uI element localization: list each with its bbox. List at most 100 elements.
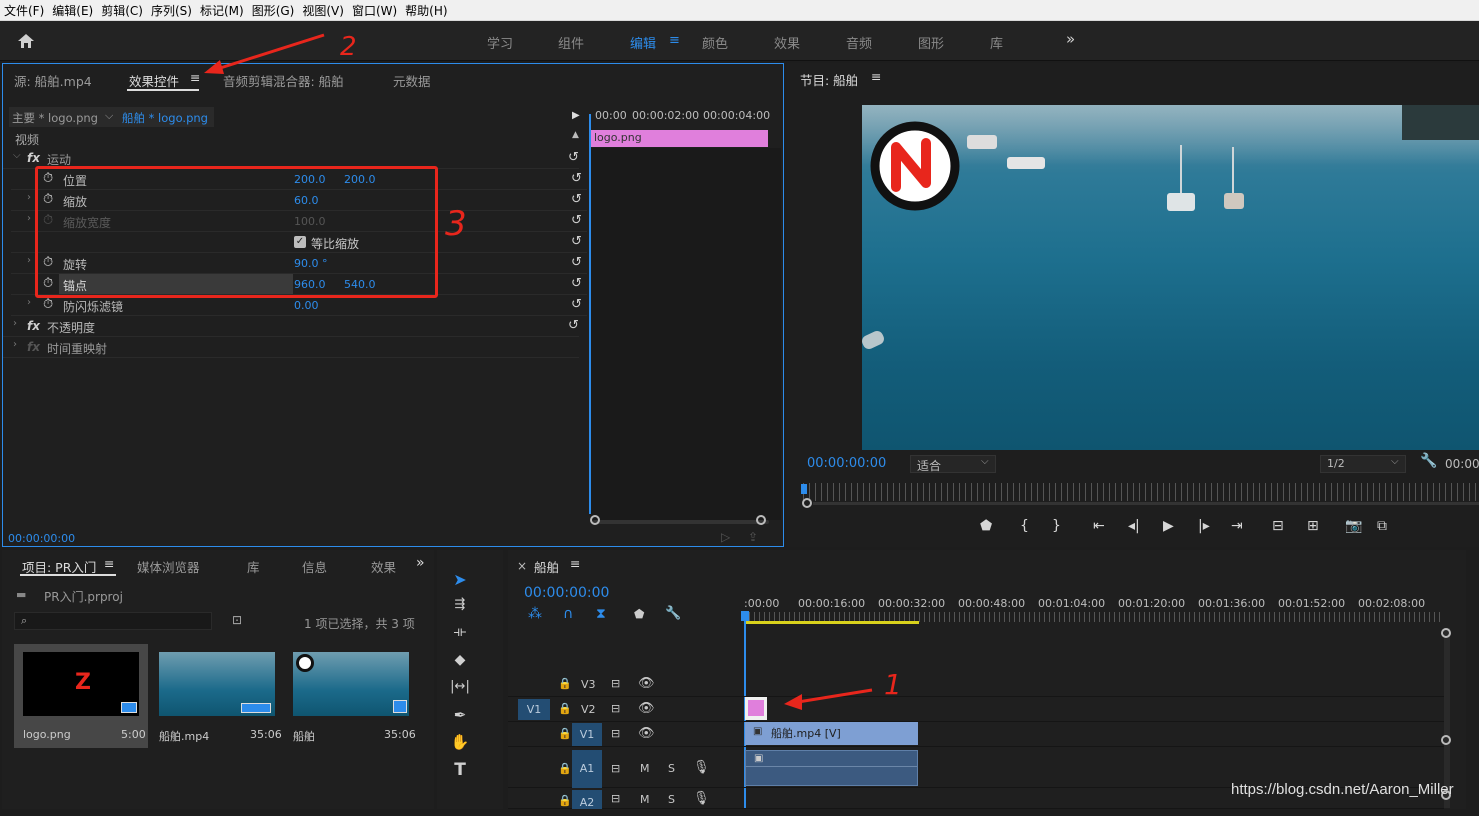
menu-clip[interactable]: 剪辑(C) [101, 2, 143, 19]
program-video-frame[interactable] [862, 105, 1479, 450]
reset-icon[interactable]: ↺ [571, 192, 582, 207]
program-menu-icon[interactable]: ≡ [871, 69, 881, 84]
microphone-icon[interactable]: 🎙 [693, 791, 710, 806]
chevron-right-icon[interactable]: › [27, 255, 31, 266]
menu-help[interactable]: 帮助(H) [405, 2, 447, 19]
close-icon[interactable]: × [517, 559, 527, 573]
scroll-handle-left[interactable] [590, 515, 600, 525]
razor-tool-icon[interactable]: ◆ [449, 652, 471, 674]
opacity-group-row[interactable]: › fx 不透明度 ↺ [3, 316, 579, 337]
menu-sequence[interactable]: 序列(S) [151, 2, 192, 19]
eye-icon[interactable]: 👁 [638, 676, 655, 691]
lock-icon[interactable]: 🔒 [558, 702, 572, 715]
chevron-down-icon[interactable]: ⌵ [105, 109, 113, 123]
track-a1-label[interactable]: A1 [572, 750, 602, 788]
microphone-icon[interactable]: 🎙 [693, 760, 710, 775]
timeline-title[interactable]: 船舶 [534, 557, 559, 576]
workspace-libraries[interactable]: 库 [990, 33, 1003, 52]
eye-icon[interactable]: 👁 [638, 726, 655, 741]
chevron-right-icon[interactable]: › [13, 318, 17, 329]
reset-icon[interactable]: ↺ [571, 171, 582, 186]
effect-timeline-ruler[interactable]: 00:00 00:00:02:00 00:00:04:00 [589, 107, 770, 125]
go-to-in-icon[interactable]: ⇤ [1093, 518, 1105, 534]
wrench-icon[interactable]: 🔧 [665, 606, 681, 621]
workspace-editing[interactable]: 编辑 [630, 33, 656, 52]
extract-icon[interactable]: ⊞ [1307, 518, 1319, 534]
workspace-assembly[interactable]: 组件 [558, 33, 584, 52]
reset-icon[interactable]: ↺ [571, 234, 582, 249]
solo-button[interactable]: S [668, 762, 675, 775]
export-icon[interactable]: ⇪ [748, 530, 758, 544]
workspace-color[interactable]: 颜色 [702, 33, 728, 52]
menu-file[interactable]: 文件(F) [4, 2, 44, 19]
lock-icon[interactable]: 🔒 [558, 727, 572, 740]
workspace-graphics[interactable]: 图形 [918, 33, 944, 52]
lock-icon[interactable]: 🔒 [558, 762, 572, 775]
chevron-right-icon[interactable]: › [27, 213, 31, 224]
tab-info[interactable]: 信息 [302, 557, 327, 576]
workspace-menu-icon[interactable]: ≡ [669, 33, 680, 48]
sync-icon[interactable]: ⊟ [611, 702, 620, 715]
menu-window[interactable]: 窗口(W) [352, 2, 397, 19]
panel-more-button[interactable]: » [416, 555, 425, 571]
flicker-value[interactable]: 0.00 [294, 299, 319, 312]
slip-tool-icon[interactable]: |↔| [449, 679, 471, 701]
tab-metadata[interactable]: 元数据 [393, 71, 431, 90]
track-v1-label[interactable]: V1 [572, 723, 602, 746]
play-audio-icon[interactable]: ▷ [721, 530, 730, 544]
timeline-timecode[interactable]: 00:00:00:00 [524, 585, 609, 601]
sync-icon[interactable]: ⊟ [611, 677, 620, 690]
eye-icon[interactable]: 👁 [638, 701, 655, 716]
effect-clip-bar[interactable]: logo.png [591, 130, 768, 147]
solo-button[interactable]: S [668, 793, 675, 806]
scroll-handle-right[interactable] [756, 515, 766, 525]
program-scrubber-ruler[interactable] [803, 483, 1479, 501]
tab-effect-controls[interactable]: 效果控件 [129, 71, 179, 90]
source-v1-patch[interactable]: V1 [518, 699, 550, 720]
fx-icon[interactable]: fx [27, 151, 40, 165]
step-forward-icon[interactable]: |▸ [1198, 518, 1210, 534]
track-a2-label[interactable]: A2 [572, 790, 602, 809]
clip-label[interactable]: 船舶 * logo.png [122, 110, 208, 126]
sync-icon[interactable]: ⊟ [611, 727, 620, 740]
mute-button[interactable]: M [640, 762, 650, 775]
program-title[interactable]: 节目: 船舶 [800, 70, 858, 89]
program-timecode[interactable]: 00:00:00:00 [807, 456, 886, 471]
menu-edit[interactable]: 编辑(E) [52, 2, 93, 19]
track-select-tool-icon[interactable]: ⇶ [449, 597, 471, 619]
collapse-up-icon[interactable]: ▲ [572, 130, 579, 140]
lock-icon[interactable]: 🔒 [558, 677, 572, 690]
stopwatch-icon[interactable]: ⏱ [43, 297, 53, 312]
lift-icon[interactable]: ⊟ [1272, 518, 1284, 534]
camera-icon[interactable]: 📷 [1345, 518, 1362, 534]
reset-icon[interactable]: ↺ [571, 255, 582, 270]
time-remap-group-row[interactable]: › fx 时间重映射 [3, 337, 579, 358]
reset-icon[interactable]: ↺ [571, 297, 582, 312]
workspace-learn[interactable]: 学习 [487, 33, 513, 52]
linked-selection-icon[interactable]: ⧗ [596, 606, 606, 622]
tab-source[interactable]: 源: 船舶.mp4 [14, 71, 92, 90]
nest-icon[interactable]: ⁂ [528, 606, 542, 622]
fit-select[interactable]: 适合 ⌵ [910, 455, 996, 473]
reset-icon[interactable]: ↺ [568, 150, 579, 165]
scroll-handle-top[interactable] [1441, 628, 1451, 638]
chevron-right-icon[interactable]: › [27, 297, 31, 308]
menu-view[interactable]: 视图(V) [302, 2, 344, 19]
program-zoom-bar[interactable] [813, 502, 1479, 505]
type-tool-icon[interactable]: T [449, 760, 471, 782]
reset-icon[interactable]: ↺ [568, 318, 579, 333]
home-icon[interactable] [17, 33, 35, 49]
chevron-right-icon[interactable]: › [13, 339, 17, 350]
workspace-effects[interactable]: 效果 [774, 33, 800, 52]
project-search-input[interactable]: ⌕ [14, 612, 212, 630]
video-clip-v1[interactable]: ▣ 船舶.mp4 [V] [745, 722, 918, 745]
play-icon[interactable]: ▶ [1163, 518, 1174, 534]
marker-icon[interactable]: ⬟ [980, 518, 992, 534]
ripple-edit-tool-icon[interactable]: ⟛ [449, 624, 471, 646]
tab-effects[interactable]: 效果 [371, 557, 397, 576]
reset-icon[interactable]: ↺ [571, 213, 582, 228]
mute-button[interactable]: M [640, 793, 650, 806]
menu-graphics[interactable]: 图形(G) [252, 2, 295, 19]
workspace-more-button[interactable]: » [1066, 30, 1075, 48]
chevron-down-icon[interactable]: ⌵ [13, 150, 21, 161]
